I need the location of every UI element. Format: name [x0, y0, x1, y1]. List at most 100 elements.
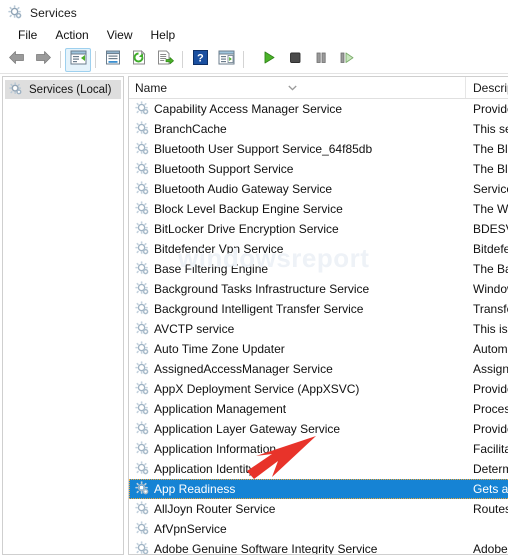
- service-description-cell: This is Au: [473, 322, 508, 336]
- column-header-description[interactable]: Descripti: [467, 77, 508, 98]
- menu-view[interactable]: View: [98, 26, 142, 45]
- service-gear-icon: [135, 361, 150, 376]
- toolbar-refresh-button[interactable]: [126, 48, 152, 72]
- service-name-cell: App Readiness: [154, 482, 236, 496]
- toolbar-pause-service-button[interactable]: [308, 48, 334, 72]
- services-gear-icon: [9, 82, 24, 97]
- toolbar-separator-3: [182, 51, 183, 68]
- table-row[interactable]: Application Identity Determin: [129, 459, 508, 479]
- service-gear-icon: [135, 161, 150, 176]
- menu-help[interactable]: Help: [142, 26, 185, 45]
- menu-file[interactable]: File: [9, 26, 46, 45]
- table-row[interactable]: Bluetooth Support Service The Blue: [129, 159, 508, 179]
- service-gear-icon: [135, 301, 150, 316]
- service-description-cell: Gets app: [473, 482, 508, 496]
- table-row[interactable]: Base Filtering Engine The Base: [129, 259, 508, 279]
- service-gear-icon: [135, 281, 150, 296]
- toolbar-show-action-pane-button[interactable]: [213, 48, 239, 72]
- column-header-name-label: Name: [135, 80, 168, 95]
- toolbar-restart-service-button[interactable]: [334, 48, 360, 72]
- service-name-cell: Base Filtering Engine: [154, 262, 269, 276]
- table-row[interactable]: Block Level Backup Engine Service The WBE: [129, 199, 508, 219]
- toolbar-separator-2: [95, 51, 96, 68]
- services-gear-icon: [8, 5, 23, 20]
- toolbar-export-list-button[interactable]: [152, 48, 178, 72]
- table-row[interactable]: BitLocker Drive Encryption Service BDESVC: [129, 219, 508, 239]
- service-gear-icon: [135, 181, 150, 196]
- tree-item-services-local[interactable]: Services (Local): [5, 80, 121, 99]
- service-gear-icon: [135, 101, 150, 116]
- service-description-cell: Automat: [473, 342, 508, 356]
- toolbar-properties-button[interactable]: [100, 48, 126, 72]
- service-description-cell: Routes A: [473, 502, 508, 516]
- service-name-cell: AssignedAccessManager Service: [154, 362, 333, 376]
- table-row[interactable]: Capability Access Manager Service Provide…: [129, 99, 508, 119]
- svg-text:?: ?: [197, 52, 204, 64]
- service-name-cell: AllJoyn Router Service: [154, 502, 276, 516]
- table-row[interactable]: Auto Time Zone Updater Automat: [129, 339, 508, 359]
- service-gear-icon: [135, 221, 150, 236]
- service-description-cell: Provides: [473, 102, 508, 116]
- service-description-cell: Processe: [473, 402, 508, 416]
- service-gear-icon: [135, 461, 150, 476]
- table-row[interactable]: AVCTP service This is Au: [129, 319, 508, 339]
- service-name-cell: Bitdefender Vpn Service: [154, 242, 284, 256]
- service-name-cell: Application Identity: [154, 462, 255, 476]
- table-row[interactable]: AllJoyn Router Service Routes A: [129, 499, 508, 519]
- table-row[interactable]: AfVpnService: [129, 519, 508, 539]
- service-description-cell: The Blue: [473, 142, 508, 156]
- service-description-cell: Service s: [473, 182, 508, 196]
- table-row[interactable]: BranchCache This serv: [129, 119, 508, 139]
- table-row[interactable]: Bluetooth Audio Gateway Service Service s: [129, 179, 508, 199]
- table-row[interactable]: Bitdefender Vpn Service Bitdefen: [129, 239, 508, 259]
- service-gear-icon: [135, 341, 150, 356]
- toolbar-start-service-button[interactable]: [256, 48, 282, 72]
- service-name-cell: Application Layer Gateway Service: [154, 422, 341, 436]
- service-name-cell: AppX Deployment Service (AppXSVC): [154, 382, 360, 396]
- service-name-cell: AVCTP service: [154, 322, 235, 336]
- service-gear-icon: [135, 421, 150, 436]
- table-row[interactable]: Background Tasks Infrastructure Service W…: [129, 279, 508, 299]
- service-name-cell: Background Intelligent Transfer Service: [154, 302, 364, 316]
- service-name-cell: AfVpnService: [154, 522, 227, 536]
- toolbar-stop-service-button[interactable]: [282, 48, 308, 72]
- table-row[interactable]: AssignedAccessManager Service Assigned: [129, 359, 508, 379]
- service-description-cell: Determin: [473, 462, 508, 476]
- service-description-cell: Assigned: [473, 362, 508, 376]
- console-tree-pane: Services (Local): [2, 76, 124, 555]
- menu-action[interactable]: Action: [46, 26, 97, 45]
- table-row[interactable]: Application Management Processe: [129, 399, 508, 419]
- stop-service-icon: [288, 50, 302, 70]
- service-description-cell: This serv: [473, 122, 508, 136]
- export-list-icon: [157, 50, 174, 70]
- table-row[interactable]: Application Information Facilitate: [129, 439, 508, 459]
- service-name-cell: Capability Access Manager Service: [154, 102, 343, 116]
- service-name-cell: Bluetooth Audio Gateway Service: [154, 182, 333, 196]
- service-name-cell: Block Level Backup Engine Service: [154, 202, 343, 216]
- column-header-name[interactable]: Name: [129, 77, 466, 98]
- toolbar-separator-1: [60, 51, 61, 68]
- table-row[interactable]: Application Layer Gateway Service Provide…: [129, 419, 508, 439]
- service-gear-icon: [135, 441, 150, 456]
- toolbar-forward-button[interactable]: [30, 48, 56, 72]
- table-row[interactable]: Background Intelligent Transfer Service T…: [129, 299, 508, 319]
- table-row[interactable]: Bluetooth User Support Service_64f85db Th…: [129, 139, 508, 159]
- service-gear-icon: [135, 241, 150, 256]
- toolbar-back-button[interactable]: [4, 48, 30, 72]
- service-name-cell: Application Management: [154, 402, 287, 416]
- column-header-description-label: Descripti: [473, 80, 508, 95]
- service-gear-icon: [135, 121, 150, 136]
- toolbar-help-button[interactable]: ?: [187, 48, 213, 72]
- toolbar-show-hide-tree-button[interactable]: [65, 47, 91, 72]
- service-description-cell: Provides: [473, 422, 508, 436]
- service-gear-icon: [135, 481, 150, 496]
- table-row[interactable]: AppX Deployment Service (AppXSVC) Provide…: [129, 379, 508, 399]
- properties-icon: [105, 50, 121, 70]
- table-row[interactable]: Adobe Genuine Software Integrity Service…: [129, 539, 508, 554]
- help-icon: ?: [192, 49, 208, 70]
- table-row[interactable]: App Readiness Gets app: [129, 479, 508, 499]
- forward-arrow-icon: [34, 50, 52, 70]
- toolbar: ?: [0, 46, 508, 74]
- service-description-cell: Windows: [473, 282, 508, 296]
- service-description-cell: Transfers: [473, 302, 508, 316]
